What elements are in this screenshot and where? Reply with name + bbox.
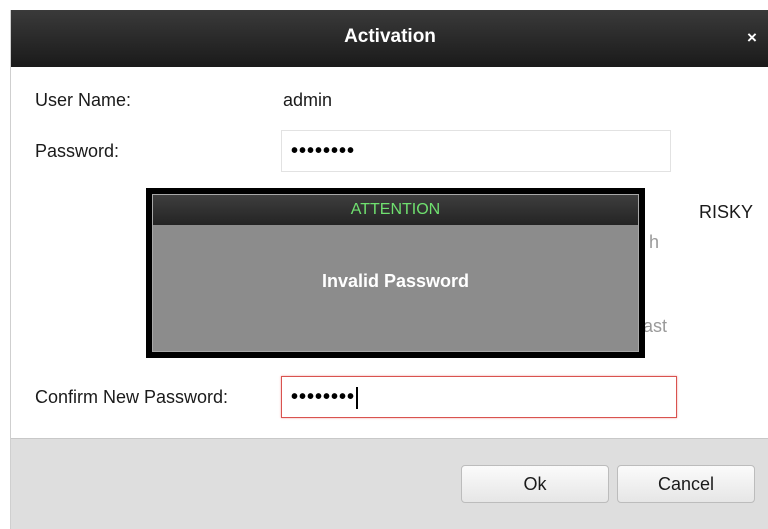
attention-popup-header: ATTENTION (153, 195, 638, 225)
activation-dialog: Activation × User Name: admin Password: … (10, 10, 768, 529)
attention-popup-body: ATTENTION Invalid Password (152, 194, 639, 352)
text-caret (356, 386, 359, 409)
password-label: Password: (35, 141, 120, 161)
username-value: admin (283, 90, 333, 110)
confirm-password-value: •••••••• (291, 386, 356, 408)
cancel-button[interactable]: Cancel (617, 465, 755, 503)
username-label: User Name: (35, 90, 132, 110)
confirm-password-field[interactable]: •••••••• (281, 376, 677, 418)
password-field[interactable]: •••••••• (281, 130, 671, 172)
hint-fragment-right: h (649, 232, 660, 252)
attention-popup: ATTENTION Invalid Password (146, 188, 645, 358)
confirm-password-label: Confirm New Password: (35, 387, 229, 407)
attention-popup-message: Invalid Password (321, 271, 470, 291)
close-icon[interactable]: × (743, 28, 761, 48)
dialog-title: Activation (344, 26, 436, 47)
title-bar: Activation × (11, 10, 768, 67)
dialog-footer: Ok Cancel (11, 438, 768, 529)
ok-button[interactable]: Ok (461, 465, 609, 503)
password-strength-indicator: RISKY (698, 202, 753, 222)
